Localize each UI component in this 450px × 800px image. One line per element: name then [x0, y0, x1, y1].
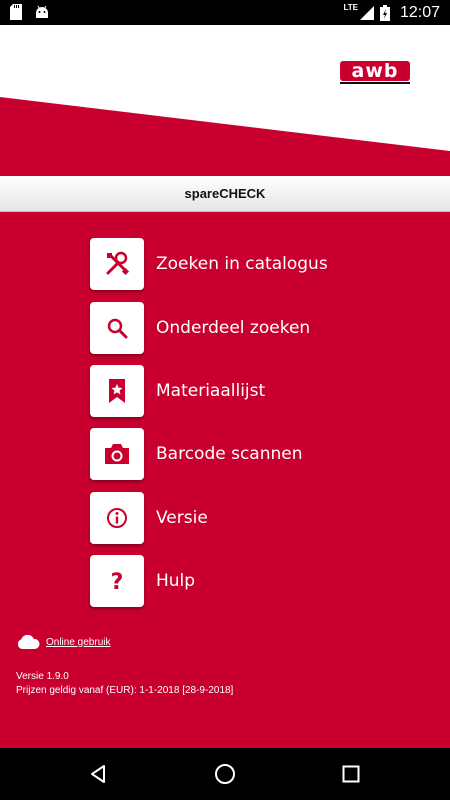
menu-label: Barcode scannen	[156, 444, 303, 464]
sd-card-icon	[10, 4, 22, 20]
signal-icon	[359, 5, 374, 20]
battery-icon	[379, 4, 390, 21]
menu-item-barcode-scan[interactable]: Barcode scannen	[90, 428, 390, 480]
menu-label: Materiaallijst	[156, 381, 266, 401]
title-bar: spareCHECK	[0, 176, 450, 212]
menu-item-version[interactable]: Versie	[90, 492, 390, 544]
info-icon	[107, 508, 127, 528]
menu-label: Onderdeel zoeken	[156, 318, 311, 338]
back-icon	[91, 765, 105, 783]
menu-icon-box	[90, 428, 144, 480]
menu-label: Zoeken in catalogus	[156, 254, 328, 274]
menu-item-help[interactable]: ? Hulp	[90, 555, 390, 607]
menu-icon-box	[90, 492, 144, 544]
cloud-icon	[17, 634, 40, 649]
recents-icon	[342, 765, 360, 783]
svg-text:?: ?	[111, 570, 124, 594]
bookmark-star-icon	[109, 379, 125, 403]
menu-icon-box: ?	[90, 555, 144, 607]
header-background	[0, 97, 450, 177]
menu-item-part-search[interactable]: Onderdeel zoeken	[90, 302, 390, 354]
android-icon	[36, 5, 48, 18]
prices-valid-text: Prijzen geldig vanaf (EUR): 1-1-2018 [28…	[16, 685, 234, 696]
menu-item-catalog-search[interactable]: Zoeken in catalogus	[90, 238, 390, 290]
question-icon: ?	[111, 570, 124, 594]
clock: 12:07	[399, 3, 440, 21]
network-type: LTE	[343, 3, 358, 12]
navigation-bar	[0, 748, 450, 800]
menu-label: Versie	[156, 508, 208, 528]
menu-icon-box	[90, 238, 144, 290]
tools-icon	[106, 251, 130, 276]
version-info: Versie 1.9.0 Prijzen geldig vanaf (EUR):…	[16, 670, 233, 698]
svg-text:awb: awb	[352, 60, 399, 82]
menu-icon-box	[90, 365, 144, 417]
recents-button[interactable]	[339, 762, 363, 786]
home-icon	[215, 764, 235, 784]
app-header: awb	[0, 25, 450, 177]
page-title: spareCHECK	[184, 186, 266, 201]
menu-icon-box	[90, 302, 144, 354]
home-button[interactable]	[213, 762, 237, 786]
search-icon	[107, 318, 128, 339]
back-button[interactable]	[86, 762, 110, 786]
awb-logo: awb	[340, 60, 412, 91]
online-usage-link[interactable]: Online gebruik	[46, 637, 110, 648]
menu-label: Hulp	[156, 571, 196, 591]
online-usage[interactable]: Online gebruik	[16, 634, 110, 650]
status-bar: LTE 12:07	[0, 0, 450, 25]
version-text: Versie 1.9.0	[16, 671, 69, 682]
menu-item-material-list[interactable]: Materiaallijst	[90, 365, 390, 417]
camera-icon	[105, 444, 129, 464]
